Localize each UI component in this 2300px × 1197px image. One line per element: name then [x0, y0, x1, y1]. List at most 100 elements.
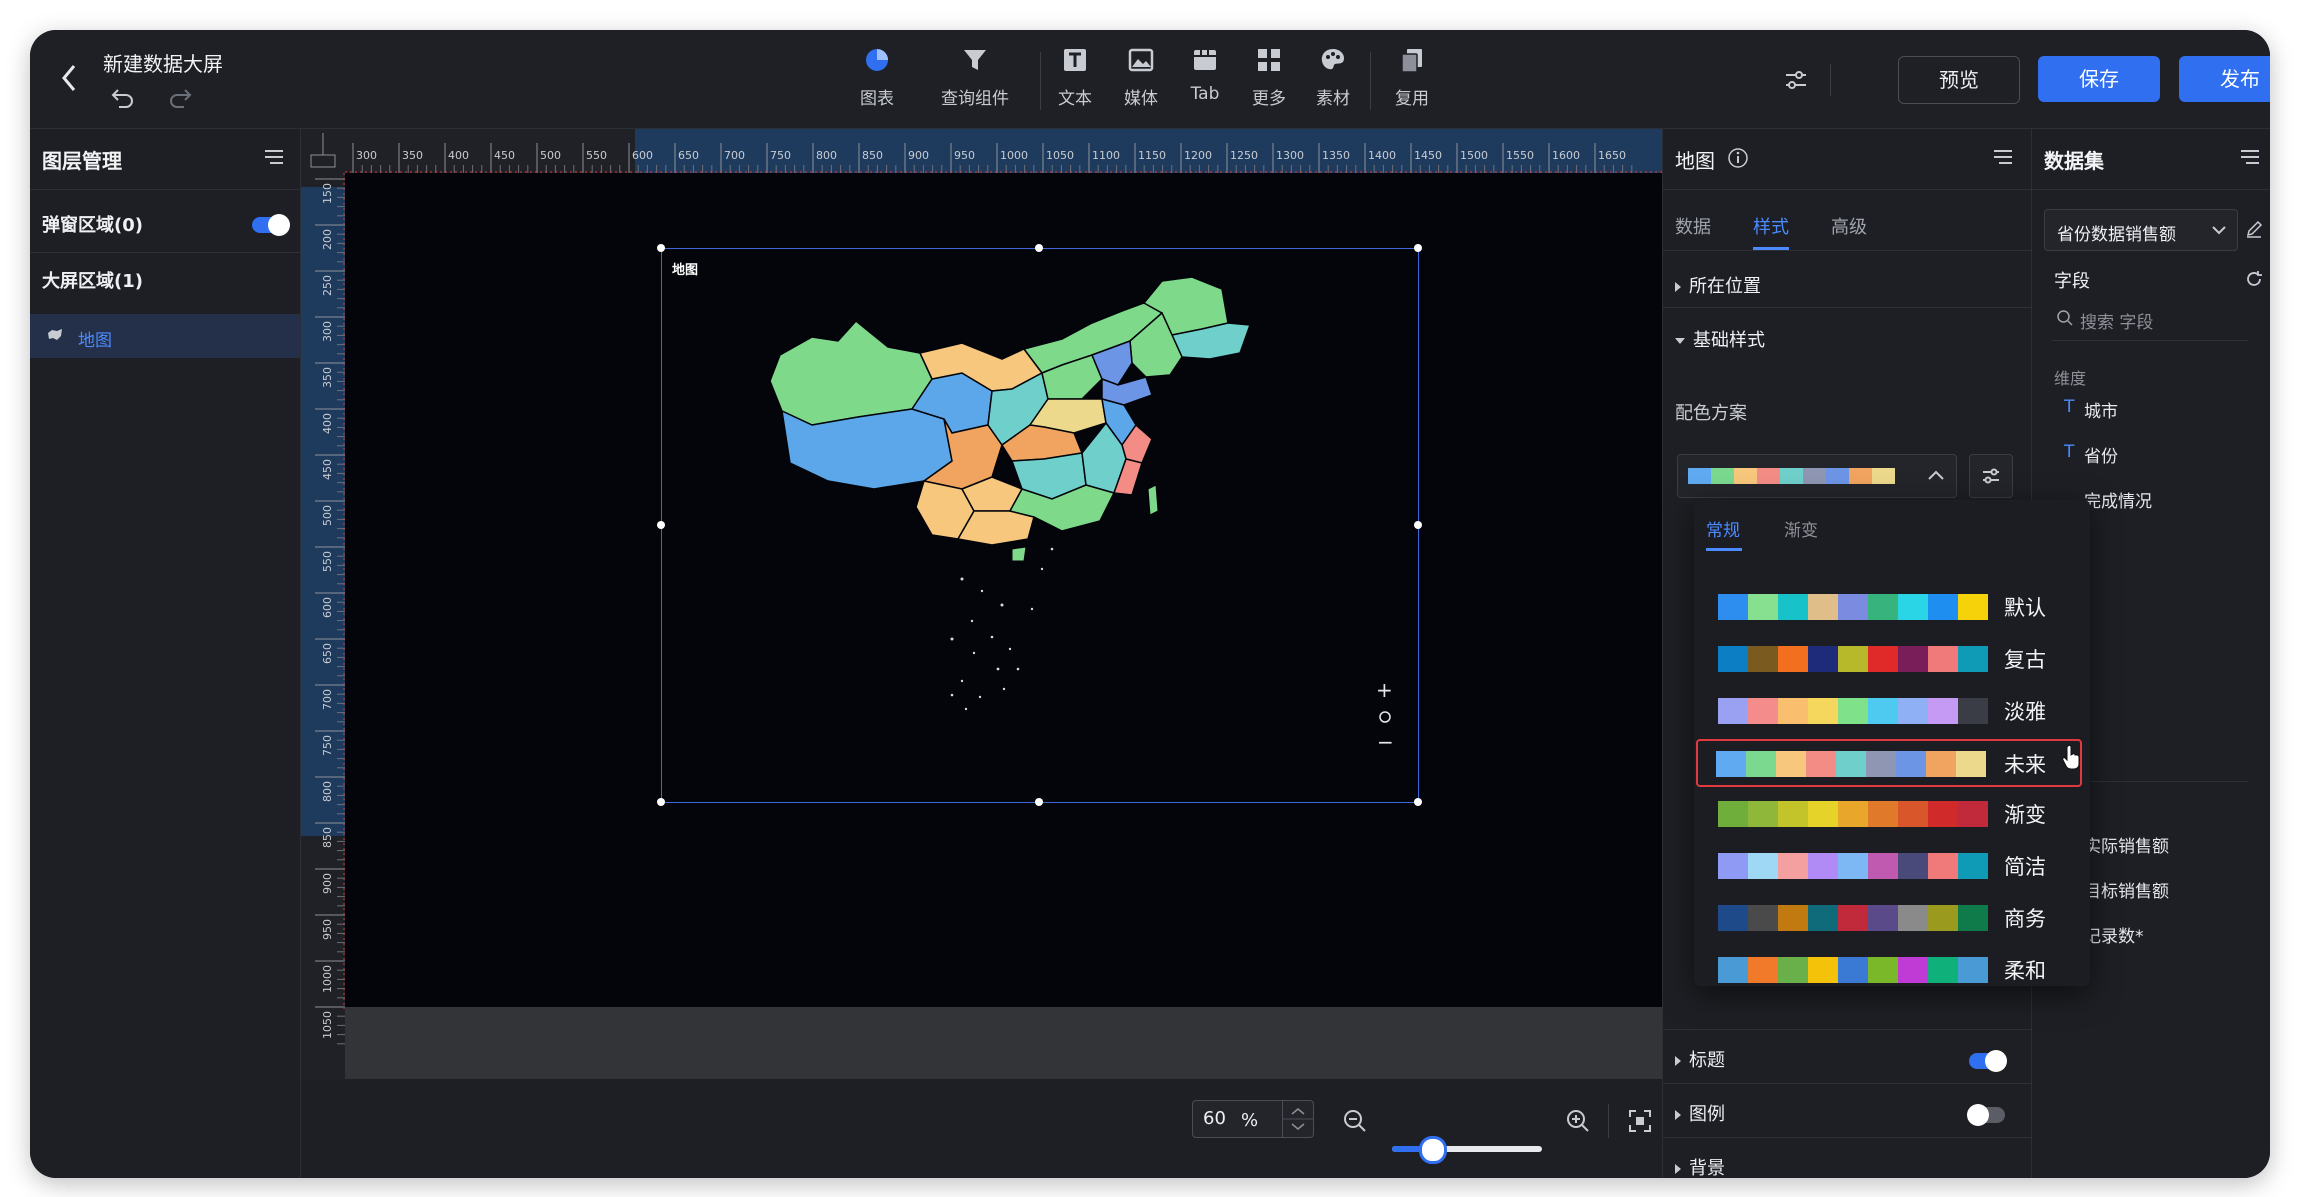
- settings-sliders-icon[interactable]: [1782, 66, 1810, 94]
- color-scheme-option[interactable]: 未来: [1696, 739, 2082, 788]
- scheme-name: 淡雅: [2004, 699, 2046, 724]
- color-swatch: [1838, 801, 1868, 828]
- zoom-unit: %: [1241, 1110, 1259, 1131]
- material-tool-button[interactable]: 素材: [1288, 46, 1378, 116]
- tab-data[interactable]: 数据: [1675, 213, 1711, 239]
- color-swatch: [1778, 904, 1808, 931]
- undo-icon[interactable]: [110, 84, 136, 110]
- tab-advanced[interactable]: 高级: [1831, 213, 1867, 239]
- dropdown-tab-gradient[interactable]: 渐变: [1784, 516, 1818, 541]
- field-search-input[interactable]: 搜索 字段: [2080, 308, 2153, 333]
- map-zoom-out-icon[interactable]: −: [1377, 730, 1394, 754]
- resize-handle[interactable]: [657, 244, 665, 252]
- color-adjust-button[interactable]: [1969, 454, 2013, 498]
- color-swatch: [1958, 594, 1988, 620]
- color-scheme-option[interactable]: 简洁: [1698, 843, 2086, 887]
- ruler-label: 950: [321, 919, 334, 940]
- chart-tool-button[interactable]: 图表: [832, 46, 922, 116]
- color-scheme-option[interactable]: 柔和: [1698, 947, 2086, 991]
- screen-area-group[interactable]: 大屏区域(1): [42, 267, 143, 293]
- reuse-tool-button[interactable]: 复用: [1367, 46, 1457, 116]
- edit-icon[interactable]: [2244, 219, 2264, 239]
- fit-screen-icon[interactable]: [1627, 1108, 1653, 1134]
- color-swatch: [1928, 853, 1958, 879]
- resize-handle[interactable]: [657, 798, 665, 806]
- color-scheme-option[interactable]: 默认: [1698, 584, 2086, 628]
- color-scheme-option[interactable]: 淡雅: [1698, 688, 2086, 732]
- zoom-value: 60: [1203, 1108, 1226, 1129]
- resize-handle[interactable]: [1035, 244, 1043, 252]
- resize-handle[interactable]: [1414, 244, 1422, 252]
- resize-handle[interactable]: [1414, 798, 1422, 806]
- scheme-name: 渐变: [2004, 803, 2046, 828]
- ruler-label: 1000: [1000, 149, 1028, 162]
- map-zoom-in-icon[interactable]: +: [1376, 678, 1393, 702]
- redo-icon[interactable]: [167, 84, 193, 110]
- color-swatch: [1716, 751, 1746, 778]
- menu-icon[interactable]: [2240, 149, 2260, 165]
- color-scheme-option[interactable]: 复古: [1698, 636, 2086, 680]
- section-legend[interactable]: 图例: [1675, 1100, 1725, 1126]
- legend-toggle[interactable]: [1967, 1104, 2005, 1126]
- filter-icon: [964, 50, 986, 70]
- color-swatch: [1718, 904, 1748, 931]
- resize-handle[interactable]: [1414, 521, 1422, 529]
- section-background[interactable]: 背景: [1675, 1154, 1725, 1178]
- vertical-ruler[interactable]: 150 200 250 300 350 400 450 500 550 600 650 700 750 8…: [301, 129, 345, 1079]
- back-arrow-icon[interactable]: [56, 62, 82, 94]
- save-button[interactable]: 保存: [2038, 56, 2160, 102]
- style-panel-title: 地图: [1675, 149, 1715, 173]
- measure-field[interactable]: 实际销售额: [2084, 832, 2169, 857]
- color-swatch: [1898, 697, 1928, 724]
- tab-style[interactable]: 样式: [1753, 213, 1789, 239]
- dropdown-tab-normal[interactable]: 常规: [1706, 516, 1740, 541]
- map-reset-icon[interactable]: [1378, 710, 1392, 724]
- pie-chart-icon: [866, 49, 888, 71]
- fields-label: 字段: [2054, 271, 2090, 292]
- color-swatch: [1898, 801, 1928, 828]
- title-toggle[interactable]: [1969, 1050, 2007, 1072]
- china-map[interactable]: [662, 249, 1418, 802]
- query-tool-button[interactable]: 查询组件: [930, 46, 1020, 116]
- menu-icon[interactable]: [264, 149, 284, 165]
- map-region: [1011, 546, 1027, 562]
- popup-area-toggle[interactable]: [252, 214, 290, 236]
- info-icon[interactable]: [1727, 147, 1749, 169]
- color-scheme-option[interactable]: 商务: [1698, 895, 2086, 939]
- resize-handle[interactable]: [657, 521, 665, 529]
- ruler-label: 650: [678, 149, 699, 162]
- zoom-input[interactable]: 60 %: [1192, 1100, 1314, 1138]
- color-swatch: [1734, 468, 1757, 484]
- measure-field[interactable]: 记录数*: [2084, 922, 2144, 947]
- dimension-field[interactable]: 城市: [2084, 397, 2118, 422]
- publish-button[interactable]: 发布: [2179, 56, 2270, 102]
- color-swatch: [1718, 801, 1748, 828]
- horizontal-ruler-ticks: 300 350 400 450 500 550 600 650 700 750 800 850 900 9…: [345, 143, 1701, 173]
- color-scheme-select[interactable]: [1677, 454, 1957, 498]
- preview-button[interactable]: 预览: [1898, 56, 2020, 104]
- section-basic-style[interactable]: 基础样式: [1675, 326, 1765, 352]
- zoom-stepper[interactable]: [1282, 1101, 1313, 1137]
- zoom-in-icon[interactable]: [1565, 1108, 1591, 1134]
- section-position[interactable]: 所在位置: [1675, 272, 1761, 298]
- resize-handle[interactable]: [1035, 798, 1043, 806]
- map-component[interactable]: [661, 248, 1419, 803]
- zoom-out-icon[interactable]: [1342, 1108, 1368, 1134]
- layer-item-map[interactable]: 地图: [30, 314, 300, 358]
- ruler-label: 1050: [1046, 149, 1074, 162]
- zoom-slider-knob[interactable]: [1418, 1136, 1447, 1164]
- horizontal-ruler[interactable]: 300 350 400 450 500 550 600 650 700 750 800 850 900 9…: [345, 129, 1701, 173]
- color-scheme-option[interactable]: 渐变: [1698, 791, 2086, 835]
- dataset-select[interactable]: 省份数据销售额: [2044, 209, 2238, 251]
- dimension-field[interactable]: 省份: [2084, 442, 2118, 467]
- text-type-icon: T: [2064, 397, 2075, 417]
- section-title[interactable]: 标题: [1675, 1046, 1725, 1072]
- ruler-label: 1250: [1230, 149, 1258, 162]
- color-swatch: [1958, 956, 1988, 983]
- popup-area-group[interactable]: 弹窗区域(0): [42, 211, 143, 237]
- dimension-field[interactable]: 完成情况: [2084, 487, 2152, 512]
- refresh-icon[interactable]: [2244, 269, 2264, 289]
- measure-field[interactable]: 目标销售额: [2084, 877, 2169, 902]
- scheme-swatches: [1718, 697, 1988, 724]
- menu-icon[interactable]: [1993, 149, 2013, 165]
